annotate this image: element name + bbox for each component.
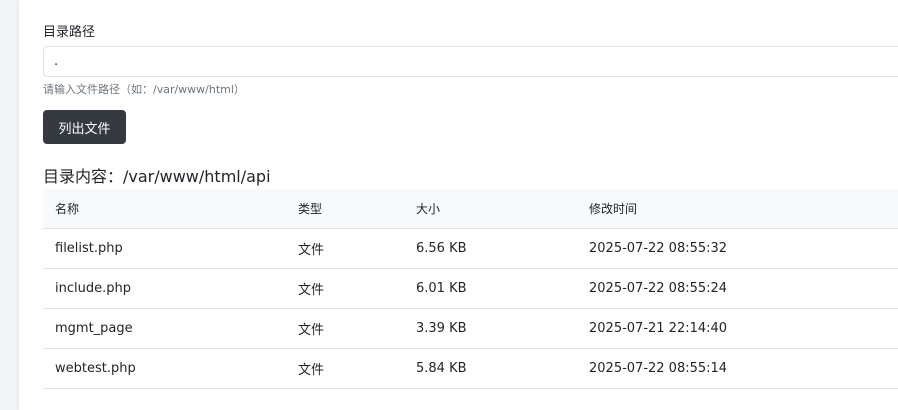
file-name-cell: webtest.php [43,348,286,389]
file-modified-cell: 2025-07-22 08:55:14 [577,348,898,389]
directory-path-label: 目录路径 [43,25,96,40]
file-modified-cell: 2025-07-22 08:55:32 [577,228,898,269]
directory-path-input[interactable] [43,46,898,77]
file-size-cell: 5.84 KB [404,348,577,389]
column-header-size: 大小 [404,189,577,229]
table-row: include.php 文件 6.01 KB 2025-07-22 08:55:… [43,268,898,309]
table-row: mgmt_page 文件 3.39 KB 2025-07-21 22:14:40 [43,308,898,349]
file-type-cell: 文件 [286,308,404,349]
file-modified-cell: 2025-07-22 08:55:24 [577,268,898,309]
directory-path-help: 请输入文件路径（如：/var/www/html） [43,83,245,96]
file-size-cell: 6.56 KB [404,228,577,269]
file-table: 名称 类型 大小 修改时间 filelist.php 文件 6.56 KB 20… [43,189,898,389]
file-name-cell: mgmt_page [43,308,286,349]
file-browser-card: 目录路径 请输入文件路径（如：/var/www/html） 列出文件 目录内容：… [19,0,898,410]
column-header-name: 名称 [43,189,286,229]
file-name-cell: filelist.php [43,228,286,269]
file-modified-cell: 2025-07-21 22:14:40 [577,308,898,349]
file-type-cell: 文件 [286,348,404,389]
table-header-row: 名称 类型 大小 修改时间 [43,189,898,229]
file-type-cell: 文件 [286,268,404,309]
file-size-cell: 6.01 KB [404,268,577,309]
table-row: webtest.php 文件 5.84 KB 2025-07-22 08:55:… [43,348,898,389]
file-size-cell: 3.39 KB [404,308,577,349]
file-name-cell: include.php [43,268,286,309]
column-header-modified: 修改时间 [577,189,898,229]
file-type-cell: 文件 [286,228,404,269]
directory-contents-heading: 目录内容：/var/www/html/api [43,167,271,186]
list-files-button[interactable]: 列出文件 [43,110,126,144]
table-row: filelist.php 文件 6.56 KB 2025-07-22 08:55… [43,228,898,269]
column-header-type: 类型 [286,189,404,229]
